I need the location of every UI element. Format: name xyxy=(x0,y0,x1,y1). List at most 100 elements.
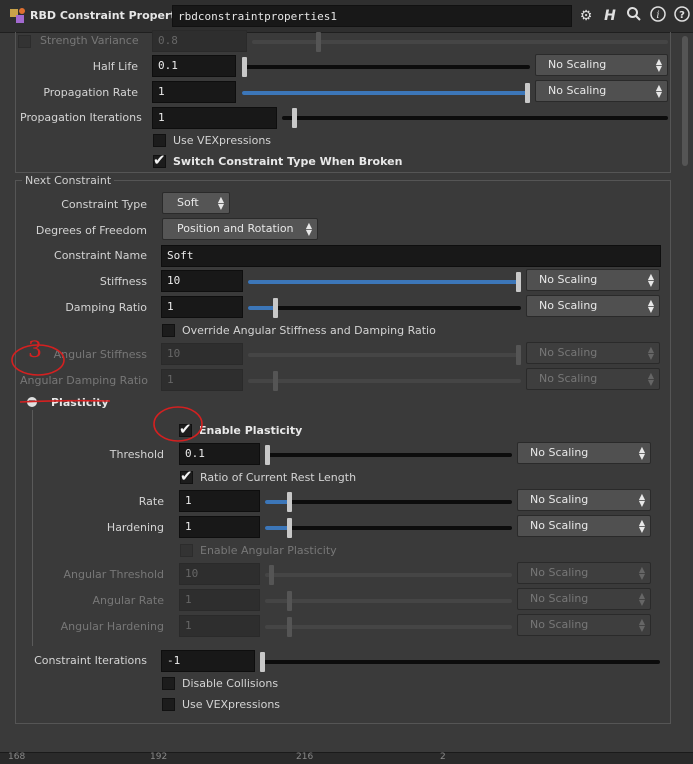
angular-stiffness-slider[interactable] xyxy=(248,345,521,365)
propagation-iterations-field[interactable]: 1 xyxy=(152,107,277,129)
constraint-iterations-slider[interactable] xyxy=(260,652,660,672)
constraint-name-field[interactable]: Soft xyxy=(161,245,661,267)
half-life-scaling-dropdown[interactable]: No Scaling ▲ ▼ xyxy=(535,54,668,76)
dropdown-arrow-icon: ▲ ▼ xyxy=(638,445,645,461)
slider-handle[interactable] xyxy=(260,652,265,672)
hardening-scaling-dropdown[interactable]: No Scaling ▲ ▼ xyxy=(517,515,651,537)
slider-handle[interactable] xyxy=(287,492,292,512)
strength-variance-toggle[interactable] xyxy=(18,35,31,48)
node-name-field[interactable]: rbdconstraintproperties1 xyxy=(172,5,572,27)
slider-handle[interactable] xyxy=(516,272,521,292)
angular-threshold-field[interactable]: 10 xyxy=(179,563,260,585)
dropdown-arrow-icon: ▲ ▼ xyxy=(217,195,224,211)
stiffness-slider[interactable] xyxy=(248,272,521,292)
hardening-slider[interactable] xyxy=(265,518,512,538)
slider-handle[interactable] xyxy=(292,108,297,128)
slider-handle[interactable] xyxy=(316,32,321,52)
propagation-rate-scaling-dropdown[interactable]: No Scaling ▲ ▼ xyxy=(535,80,668,102)
dropdown-arrow-icon: ▲ ▼ xyxy=(647,371,654,387)
dropdown-value: No Scaling xyxy=(548,84,607,97)
checkmark-icon: ✔ xyxy=(180,467,193,485)
propagation-rate-field[interactable]: 1 xyxy=(152,81,236,103)
constraint-type-menu[interactable]: Soft ▲ ▼ xyxy=(162,192,230,214)
slider-handle[interactable] xyxy=(516,345,521,365)
angular-threshold-scaling-dropdown[interactable]: No Scaling ▲ ▼ xyxy=(517,562,651,584)
angular-hardening-slider[interactable] xyxy=(265,617,512,637)
dropdown-value: No Scaling xyxy=(530,618,589,631)
question-icon[interactable]: ? xyxy=(672,6,692,26)
angular-hardening-scaling-dropdown[interactable]: No Scaling ▲ ▼ xyxy=(517,614,651,636)
rate-field[interactable]: 1 xyxy=(179,490,260,512)
slider-handle[interactable] xyxy=(273,298,278,318)
angular-rate-field[interactable]: 1 xyxy=(179,589,260,611)
threshold-slider[interactable] xyxy=(265,445,512,465)
angular-damping-scaling-dropdown[interactable]: No Scaling ▲ ▼ xyxy=(526,368,660,390)
slider-handle[interactable] xyxy=(287,591,292,611)
switch-type-checkbox[interactable]: ✔ xyxy=(153,151,166,169)
hardening-field[interactable]: 1 xyxy=(179,516,260,538)
propagation-rate-slider[interactable] xyxy=(242,83,530,103)
slider-handle[interactable] xyxy=(287,617,292,637)
rate-slider[interactable] xyxy=(265,492,512,512)
angular-rate-slider[interactable] xyxy=(265,591,512,611)
use-vex-bottom-checkbox[interactable] xyxy=(162,698,175,711)
propagation-iterations-slider[interactable] xyxy=(282,108,668,128)
angular-stiffness-field[interactable]: 10 xyxy=(161,343,243,365)
propagation-iterations-label: Propagation Iterations xyxy=(20,111,142,124)
svg-text:i: i xyxy=(656,10,659,21)
strength-variance-slider[interactable] xyxy=(252,32,668,52)
menu-value: Soft xyxy=(177,196,199,209)
half-life-slider[interactable] xyxy=(242,57,530,77)
override-angular-checkbox[interactable] xyxy=(162,324,175,337)
timeline-ruler xyxy=(0,752,693,764)
angular-threshold-slider[interactable] xyxy=(265,565,512,585)
stiffness-scaling-dropdown[interactable]: No Scaling ▲ ▼ xyxy=(526,269,660,291)
slider-handle[interactable] xyxy=(269,565,274,585)
hardening-label: Hardening xyxy=(106,521,164,534)
slider-handle[interactable] xyxy=(525,83,530,103)
strength-variance-field[interactable]: 0.8 xyxy=(152,30,247,52)
annotation-number: 3 xyxy=(28,338,42,363)
damping-slider[interactable] xyxy=(248,298,521,318)
ruler-label: 168 xyxy=(8,752,26,762)
slider-handle[interactable] xyxy=(265,445,270,465)
angular-rate-scaling-dropdown[interactable]: No Scaling ▲ ▼ xyxy=(517,588,651,610)
slider-handle[interactable] xyxy=(287,518,292,538)
dropdown-arrow-icon: ▲ ▼ xyxy=(638,591,645,607)
use-vexpressions-checkbox[interactable] xyxy=(153,134,166,147)
gear-icon[interactable]: ⚙ xyxy=(576,6,596,26)
disable-collisions-label: Disable Collisions xyxy=(182,677,279,690)
ratio-rest-length-checkbox[interactable]: ✔ xyxy=(180,467,193,485)
scrollbar-thumb[interactable] xyxy=(682,36,688,166)
angular-stiffness-scaling-dropdown[interactable]: No Scaling ▲ ▼ xyxy=(526,342,660,364)
dof-menu[interactable]: Position and Rotation ▲ ▼ xyxy=(162,218,318,240)
disable-collisions-checkbox[interactable] xyxy=(162,677,175,690)
rbd-node-icon xyxy=(10,8,25,23)
damping-field[interactable]: 1 xyxy=(161,296,243,318)
slider-handle[interactable] xyxy=(242,57,247,77)
angular-damping-field[interactable]: 1 xyxy=(161,369,243,391)
checkmark-icon: ✔ xyxy=(153,151,166,169)
threshold-scaling-dropdown[interactable]: No Scaling ▲ ▼ xyxy=(517,442,651,464)
half-life-field[interactable]: 0.1 xyxy=(152,55,236,77)
angular-damping-slider[interactable] xyxy=(248,371,521,391)
use-vex-bottom-label: Use VEXpressions xyxy=(182,698,281,711)
rate-scaling-dropdown[interactable]: No Scaling ▲ ▼ xyxy=(517,489,651,511)
dropdown-arrow-icon: ▲ ▼ xyxy=(305,221,312,237)
help-h-icon[interactable]: H xyxy=(600,6,620,26)
dropdown-arrow-icon: ▲ ▼ xyxy=(647,345,654,361)
dropdown-value: No Scaling xyxy=(530,493,589,506)
damping-scaling-dropdown[interactable]: No Scaling ▲ ▼ xyxy=(526,295,660,317)
enable-angular-plasticity-checkbox[interactable] xyxy=(180,544,193,557)
threshold-label: Threshold xyxy=(109,448,164,461)
stiffness-field[interactable]: 10 xyxy=(161,270,243,292)
info-icon[interactable]: i xyxy=(648,6,668,26)
angular-hardening-field[interactable]: 1 xyxy=(179,615,260,637)
threshold-field[interactable]: 0.1 xyxy=(179,443,260,465)
constraint-iterations-field[interactable]: -1 xyxy=(161,650,255,672)
vertical-scrollbar[interactable] xyxy=(680,36,690,716)
ratio-rest-length-label: Ratio of Current Rest Length xyxy=(200,471,357,484)
slider-handle[interactable] xyxy=(273,371,278,391)
search-icon[interactable] xyxy=(624,6,644,26)
next-constraint-title: Next Constraint xyxy=(22,174,115,187)
